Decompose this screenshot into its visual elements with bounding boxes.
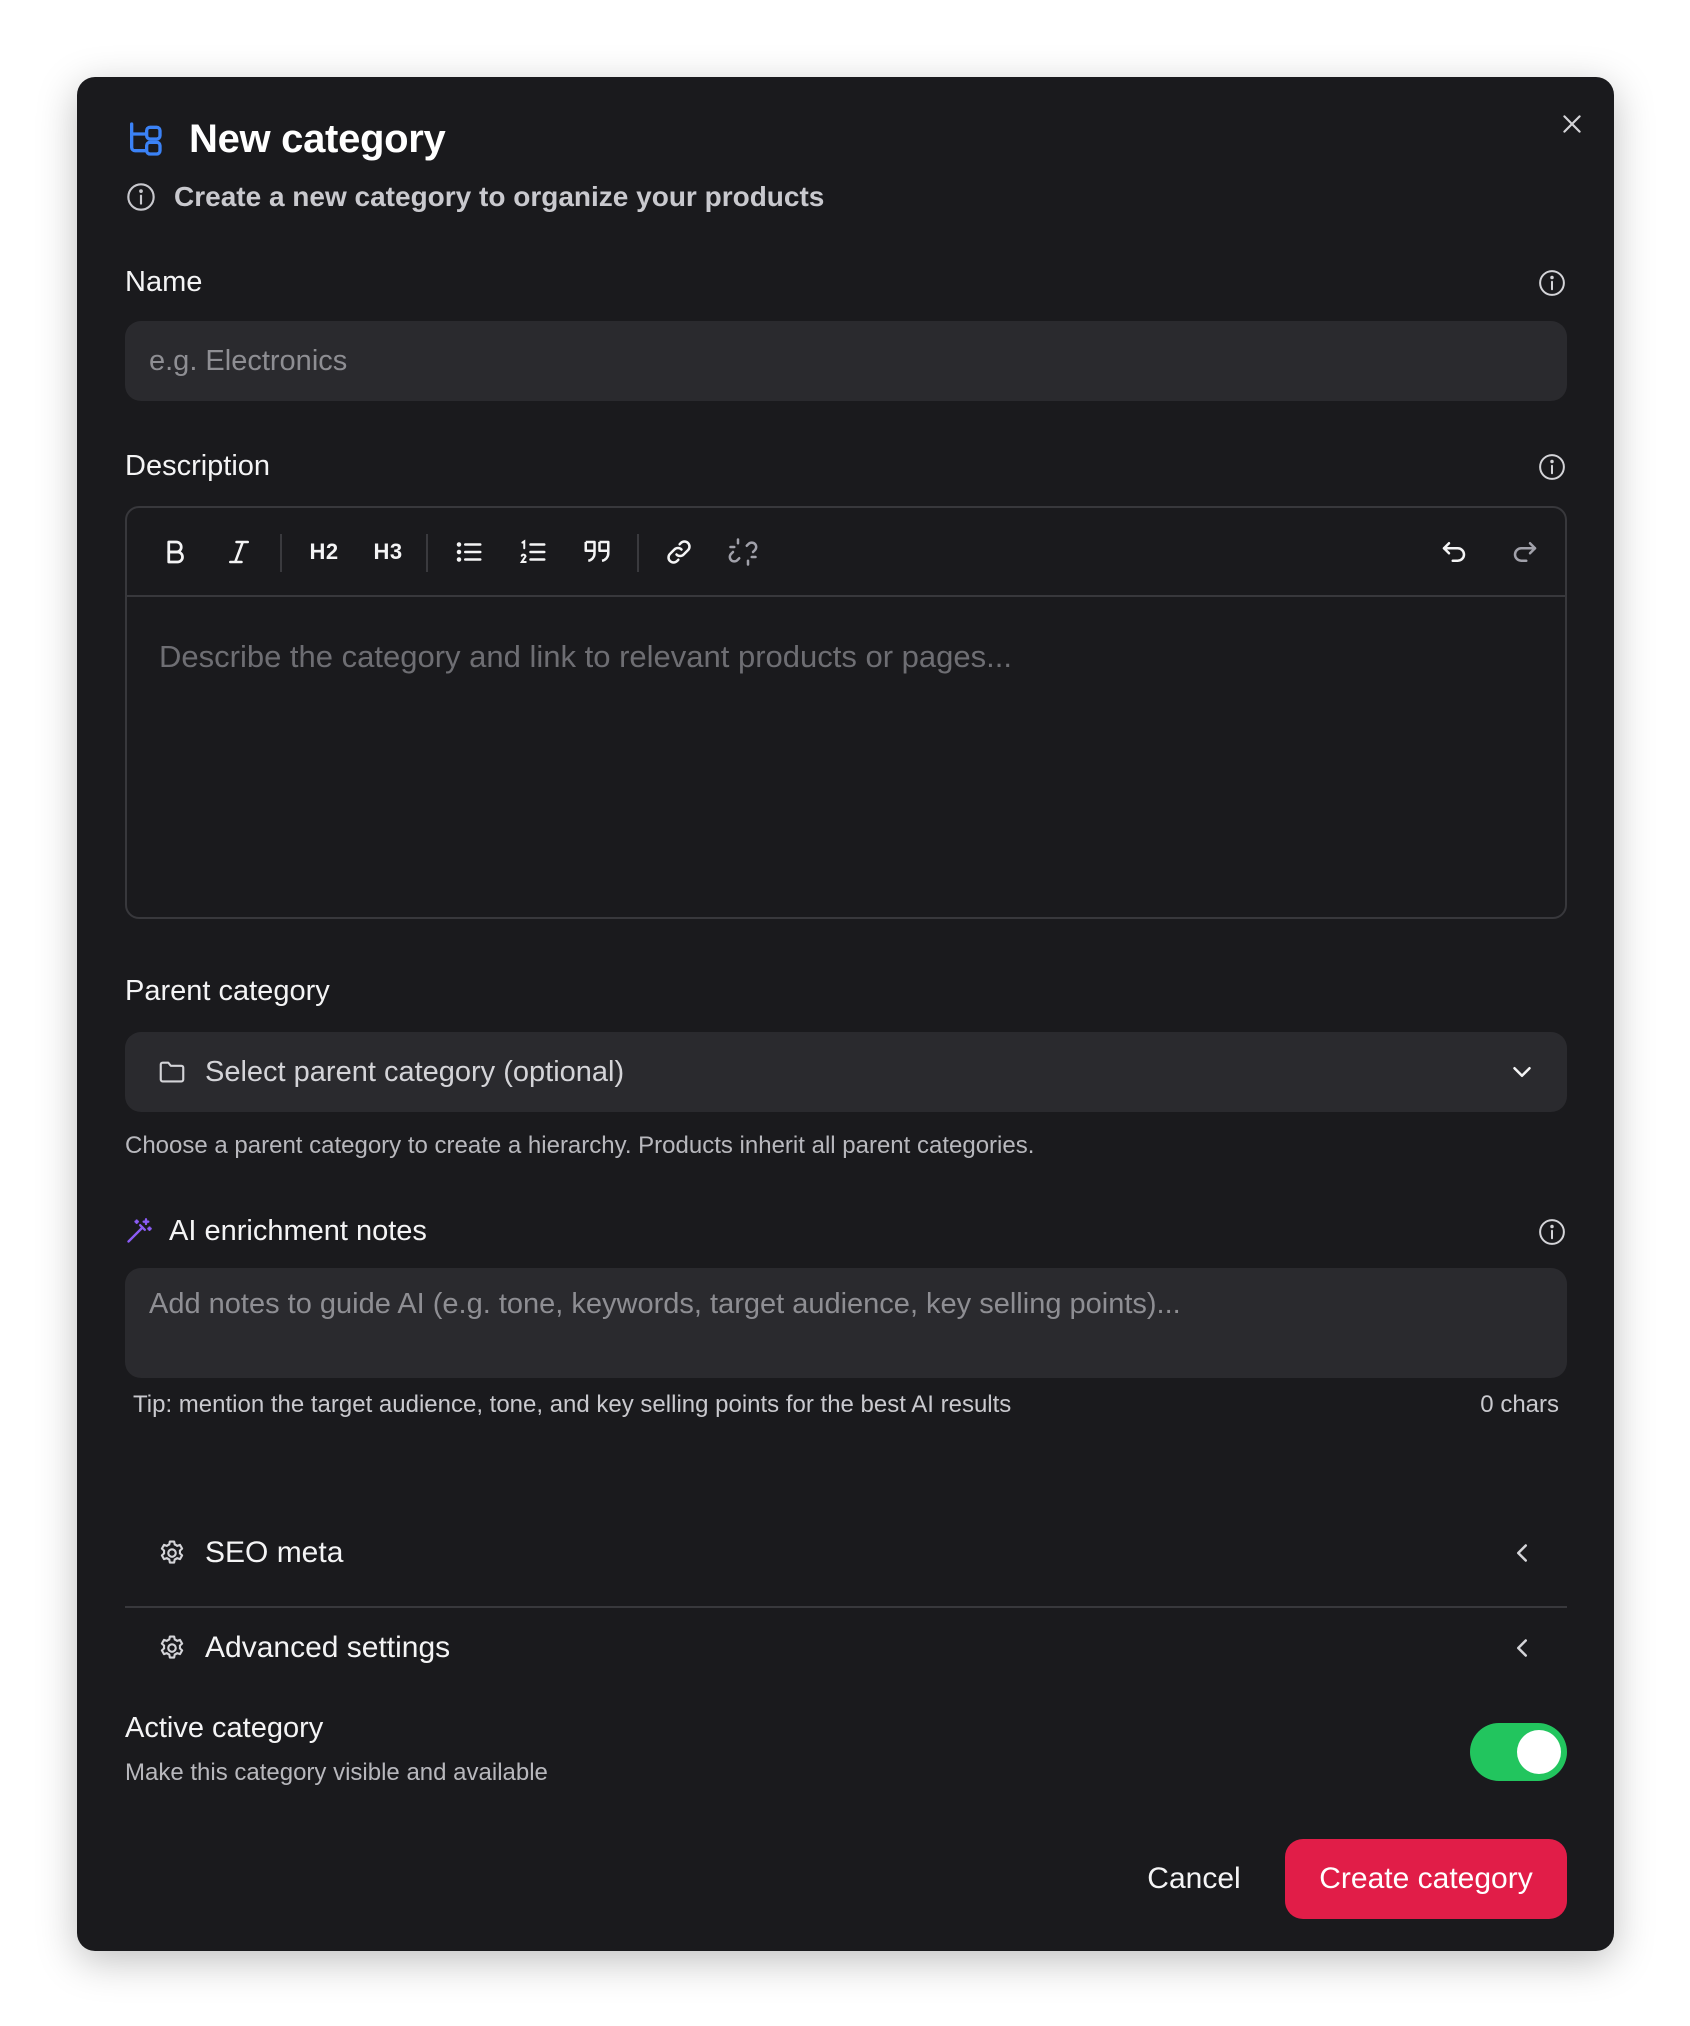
folder-icon: [157, 1057, 187, 1087]
description-textarea[interactable]: Describe the category and link to releva…: [127, 597, 1565, 919]
bullet-list-button[interactable]: [445, 528, 493, 576]
name-label: Name: [125, 266, 203, 298]
description-label: Description: [125, 450, 271, 482]
section-divider: [125, 1606, 1567, 1608]
unlink-button[interactable]: [719, 528, 767, 576]
active-category-label: Active category: [125, 1712, 324, 1744]
heading-3-label: H3: [373, 539, 403, 564]
toolbar-separator: [280, 534, 282, 572]
ai-notes-textarea[interactable]: Add notes to guide AI (e.g. tone, keywor…: [125, 1268, 1567, 1378]
seo-meta-section[interactable]: SEO meta: [125, 1517, 1567, 1589]
gear-icon: [157, 1538, 187, 1568]
seo-meta-label: SEO meta: [205, 1536, 344, 1569]
bold-button[interactable]: [151, 528, 199, 576]
new-category-dialog: New category Create a new category to or…: [77, 77, 1614, 1951]
bold-icon: [160, 537, 190, 567]
active-category-toggle[interactable]: [1470, 1723, 1567, 1781]
ai-notes-placeholder: Add notes to guide AI (e.g. tone, keywor…: [149, 1288, 1181, 1320]
chevron-left-icon: [1507, 1633, 1537, 1663]
description-editor: H2 H3 Describe the category and link to …: [125, 506, 1567, 919]
name-placeholder: e.g. Electronics: [149, 345, 348, 377]
parent-category-select[interactable]: Select parent category (optional): [125, 1032, 1567, 1112]
redo-icon: [1510, 537, 1540, 567]
toolbar-separator: [426, 534, 428, 572]
parent-category-label: Parent category: [125, 975, 330, 1007]
dialog-title: New category: [189, 117, 446, 161]
gear-icon: [157, 1633, 187, 1663]
cancel-button[interactable]: Cancel: [1127, 1839, 1261, 1919]
toggle-knob: [1517, 1730, 1561, 1774]
advanced-settings-section[interactable]: Advanced settings: [125, 1612, 1567, 1684]
ai-notes-label: AI enrichment notes: [169, 1215, 427, 1247]
active-category-description: Make this category visible and available: [125, 1759, 548, 1786]
heading-3-button[interactable]: H3: [364, 528, 412, 576]
chevron-left-icon: [1507, 1538, 1537, 1568]
close-icon: [1559, 111, 1585, 137]
advanced-settings-label: Advanced settings: [205, 1631, 451, 1664]
dialog-subtitle: Create a new category to organize your p…: [174, 181, 825, 212]
ai-notes-char-count: 0 chars: [1480, 1391, 1559, 1418]
editor-toolbar: H2 H3: [127, 508, 1565, 597]
italic-button[interactable]: [215, 528, 263, 576]
toolbar-separator: [637, 534, 639, 572]
parent-category-help: Choose a parent category to create a hie…: [125, 1132, 1035, 1159]
close-button[interactable]: [1550, 102, 1594, 146]
quote-icon: [582, 537, 612, 567]
chevron-down-icon: [1507, 1057, 1537, 1087]
category-tree-icon: [125, 119, 165, 159]
bullet-list-icon: [454, 537, 484, 567]
heading-2-button[interactable]: H2: [300, 528, 348, 576]
heading-2-label: H2: [309, 539, 339, 564]
parent-category-placeholder: Select parent category (optional): [205, 1056, 625, 1088]
undo-icon: [1439, 537, 1469, 567]
unlink-icon: [728, 537, 758, 567]
redo-button[interactable]: [1501, 528, 1549, 576]
create-category-button[interactable]: Create category: [1285, 1839, 1567, 1919]
italic-icon: [224, 537, 254, 567]
link-button[interactable]: [655, 528, 703, 576]
info-icon: [125, 181, 157, 213]
ai-notes-tip: Tip: mention the target audience, tone, …: [133, 1391, 1012, 1418]
name-info-icon[interactable]: [1537, 268, 1567, 298]
description-placeholder: Describe the category and link to releva…: [159, 639, 1012, 674]
undo-button[interactable]: [1430, 528, 1478, 576]
ordered-list-icon: [518, 537, 548, 567]
magic-wand-icon: [125, 1217, 153, 1245]
link-icon: [664, 537, 694, 567]
ai-notes-info-icon[interactable]: [1537, 1217, 1567, 1247]
ordered-list-button[interactable]: [509, 528, 557, 576]
blockquote-button[interactable]: [573, 528, 621, 576]
name-input[interactable]: e.g. Electronics: [125, 321, 1567, 401]
description-info-icon[interactable]: [1537, 452, 1567, 482]
